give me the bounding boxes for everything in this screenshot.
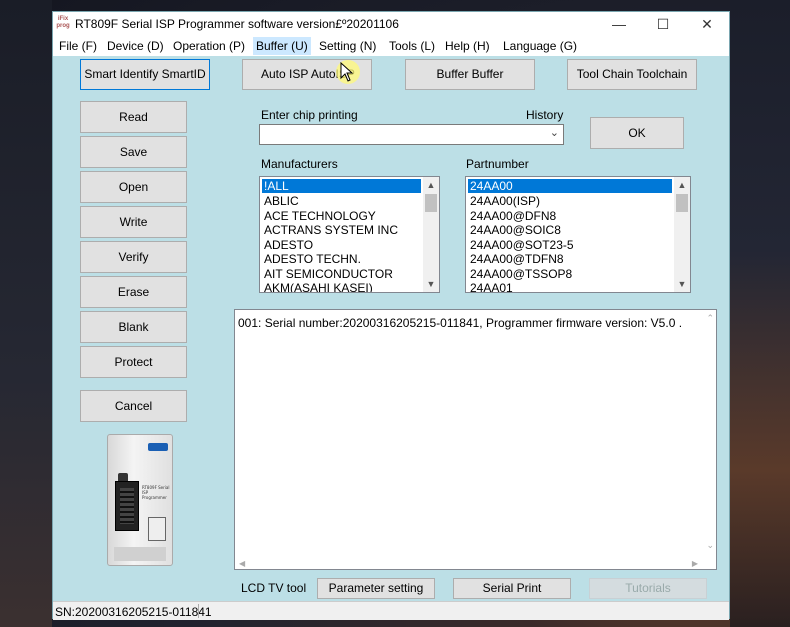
list-item[interactable]: 24AA01 [468, 281, 513, 292]
scroll-down-icon[interactable]: ▼ [674, 276, 690, 292]
device-logo-badge [148, 443, 168, 451]
status-divider [198, 604, 199, 618]
programmer-device-image: RT809F Serial ISP Programmer [107, 434, 173, 566]
menu-buffer[interactable]: Buffer (U) [253, 37, 311, 55]
erase-button[interactable]: Erase [80, 276, 187, 308]
menu-operation[interactable]: Operation (P) [173, 39, 245, 53]
close-button[interactable]: ✕ [685, 12, 729, 36]
list-item[interactable]: 24AA00(ISP) [468, 194, 540, 208]
list-item[interactable]: ACE TECHNOLOGY [262, 209, 376, 223]
minimize-button[interactable]: — [597, 12, 641, 36]
history-label: History [526, 108, 564, 122]
status-bar: SN:20200316205215-011841 [53, 601, 729, 620]
list-item[interactable]: 24AA00@TDFN8 [468, 252, 564, 266]
manufacturers-label: Manufacturers [261, 157, 338, 171]
list-item[interactable]: !ALL [262, 179, 421, 193]
blank-button[interactable]: Blank [80, 311, 187, 343]
scroll-thumb[interactable] [425, 194, 437, 212]
write-button[interactable]: Write [80, 206, 187, 238]
menu-language[interactable]: Language (G) [503, 39, 577, 53]
list-item[interactable]: ABLIC [262, 194, 299, 208]
list-item[interactable]: 24AA00@TSSOP8 [468, 267, 572, 281]
title-bar[interactable]: iFix prog RT809F Serial ISP Programmer s… [53, 12, 729, 36]
tool-chain-button[interactable]: Tool Chain Toolchain [567, 59, 697, 90]
chip-printing-combobox[interactable]: ⌄ [259, 124, 564, 145]
device-zif-socket [115, 481, 139, 531]
list-item[interactable]: 24AA00@SOT23-5 [468, 238, 574, 252]
chip-printing-label: Enter chip printing [261, 108, 358, 122]
scroll-down-icon[interactable]: ▼ [423, 276, 439, 292]
desktop-background-right [730, 0, 790, 627]
menu-setting[interactable]: Setting (N) [319, 39, 376, 53]
menu-file[interactable]: File (F) [59, 39, 97, 53]
partnumber-scrollbar[interactable]: ▲ ▼ [674, 177, 690, 292]
programmer-window: iFix prog RT809F Serial ISP Programmer s… [52, 11, 730, 620]
menu-device[interactable]: Device (D) [107, 39, 164, 53]
menu-bar: File (F) Device (D) Operation (P) Buffer… [53, 36, 729, 56]
manufacturers-scrollbar[interactable]: ▲ ▼ [423, 177, 439, 292]
scroll-up-icon[interactable]: ▲ [423, 177, 439, 193]
lcd-tv-tool-label: LCD TV tool [241, 581, 307, 595]
list-item[interactable]: ADESTO TECHN. [262, 252, 361, 266]
list-item[interactable]: 24AA00@DFN8 [468, 209, 556, 223]
serial-print-button[interactable]: Serial Print [453, 578, 571, 599]
scroll-down-icon[interactable]: ⌄ [706, 540, 714, 551]
app-logo-icon: iFix prog [56, 16, 70, 29]
mouse-pointer-icon [340, 62, 354, 82]
menu-help[interactable]: Help (H) [445, 39, 490, 53]
scroll-up-icon[interactable]: ⌃ [706, 313, 714, 324]
serial-number-status: SN:20200316205215-011841 [55, 605, 212, 619]
ok-button[interactable]: OK [590, 117, 684, 149]
scroll-up-icon[interactable]: ▲ [674, 177, 690, 193]
save-button[interactable]: Save [80, 136, 187, 168]
tutorials-button: Tutorials [589, 578, 707, 599]
list-item[interactable]: ACTRANS SYSTEM INC [262, 223, 398, 237]
desktop-background-left [0, 0, 52, 627]
list-item[interactable]: 24AA00@SOIC8 [468, 223, 561, 237]
scroll-left-icon[interactable]: ◀ [239, 559, 245, 568]
device-connector [114, 547, 166, 561]
protect-button[interactable]: Protect [80, 346, 187, 378]
scroll-right-icon[interactable]: ▶ [692, 559, 698, 568]
device-slot [148, 517, 166, 541]
menu-tools[interactable]: Tools (L) [389, 39, 435, 53]
cancel-button[interactable]: Cancel [80, 390, 187, 422]
list-item[interactable]: 24AA00 [468, 179, 672, 193]
scroll-thumb[interactable] [676, 194, 688, 212]
log-line: 001: Serial number:20200316205215-011841… [238, 316, 683, 330]
device-label: RT809F Serial ISP Programmer [142, 485, 170, 500]
maximize-button[interactable]: ☐ [641, 12, 685, 36]
chevron-down-icon[interactable]: ⌄ [550, 126, 559, 139]
partnumber-label: Partnumber [466, 157, 529, 171]
list-item[interactable]: AKM(ASAHI KASEI) [262, 281, 373, 292]
partnumber-list[interactable]: 24AA00 24AA00(ISP) 24AA00@DFN8 24AA00@SO… [465, 176, 691, 293]
log-output[interactable]: 001: Serial number:20200316205215-011841… [234, 309, 717, 570]
open-button[interactable]: Open [80, 171, 187, 203]
list-item[interactable]: AIT SEMICONDUCTOR [262, 267, 393, 281]
parameter-setting-button[interactable]: Parameter setting [317, 578, 435, 599]
window-title: RT809F Serial ISP Programmer software ve… [75, 17, 399, 31]
read-button[interactable]: Read [80, 101, 187, 133]
list-item[interactable]: ADESTO [262, 238, 313, 252]
buffer-button[interactable]: Buffer Buffer [405, 59, 535, 90]
verify-button[interactable]: Verify [80, 241, 187, 273]
manufacturers-list[interactable]: !ALL ABLIC ACE TECHNOLOGY ACTRANS SYSTEM… [259, 176, 440, 293]
smart-identify-button[interactable]: Smart Identify SmartID [80, 59, 210, 90]
